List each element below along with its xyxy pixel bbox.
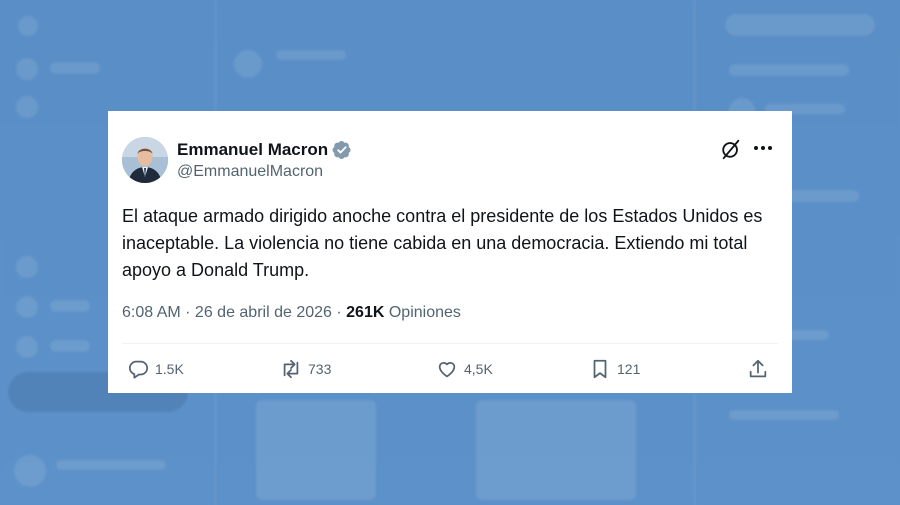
meta-separator: · xyxy=(180,304,195,321)
avatar-portrait-icon xyxy=(122,137,168,183)
divider xyxy=(122,343,778,344)
views-count: 261K xyxy=(346,304,385,321)
reply-icon xyxy=(128,360,149,379)
tweet-card: Emmanuel Macron @EmmanuelMacron El ataqu… xyxy=(108,111,792,393)
verified-badge-icon xyxy=(332,141,351,159)
author-name[interactable]: Emmanuel Macron xyxy=(177,140,328,160)
reply-count: 1.5K xyxy=(155,361,184,377)
tweet-text: El ataque armado dirigido anoche contra … xyxy=(122,206,763,280)
tweet-time[interactable]: 6:08 AM xyxy=(122,304,181,322)
action-bar: 1.5K 733 4,5K 121 xyxy=(122,358,772,384)
bookmark-count: 121 xyxy=(617,361,641,377)
like-button[interactable]: 4,5K xyxy=(436,358,493,380)
reply-button[interactable]: 1.5K xyxy=(127,358,184,380)
repost-count: 733 xyxy=(308,361,332,377)
repost-button[interactable]: 733 xyxy=(280,358,331,380)
tweet-meta: 6:08 AM · 26 de abril de 2026 · 261K Opi… xyxy=(122,304,461,322)
meta-separator: · xyxy=(331,304,347,321)
author-handle[interactable]: @EmmanuelMacron xyxy=(177,163,323,181)
author-avatar[interactable] xyxy=(122,137,168,183)
repost-icon xyxy=(283,359,299,379)
share-icon xyxy=(749,359,767,378)
bookmark-button[interactable]: 121 xyxy=(589,358,640,380)
more-icon[interactable] xyxy=(753,144,773,152)
grok-icon[interactable] xyxy=(720,138,742,160)
like-icon xyxy=(438,362,456,378)
bookmark-icon xyxy=(593,359,607,379)
share-button[interactable] xyxy=(747,358,769,380)
author-name-row[interactable]: Emmanuel Macron xyxy=(177,140,352,160)
like-count: 4,5K xyxy=(464,361,493,377)
tweet-date[interactable]: 26 de abril de 2026 xyxy=(195,304,332,322)
views-label: Opiniones xyxy=(388,304,461,321)
